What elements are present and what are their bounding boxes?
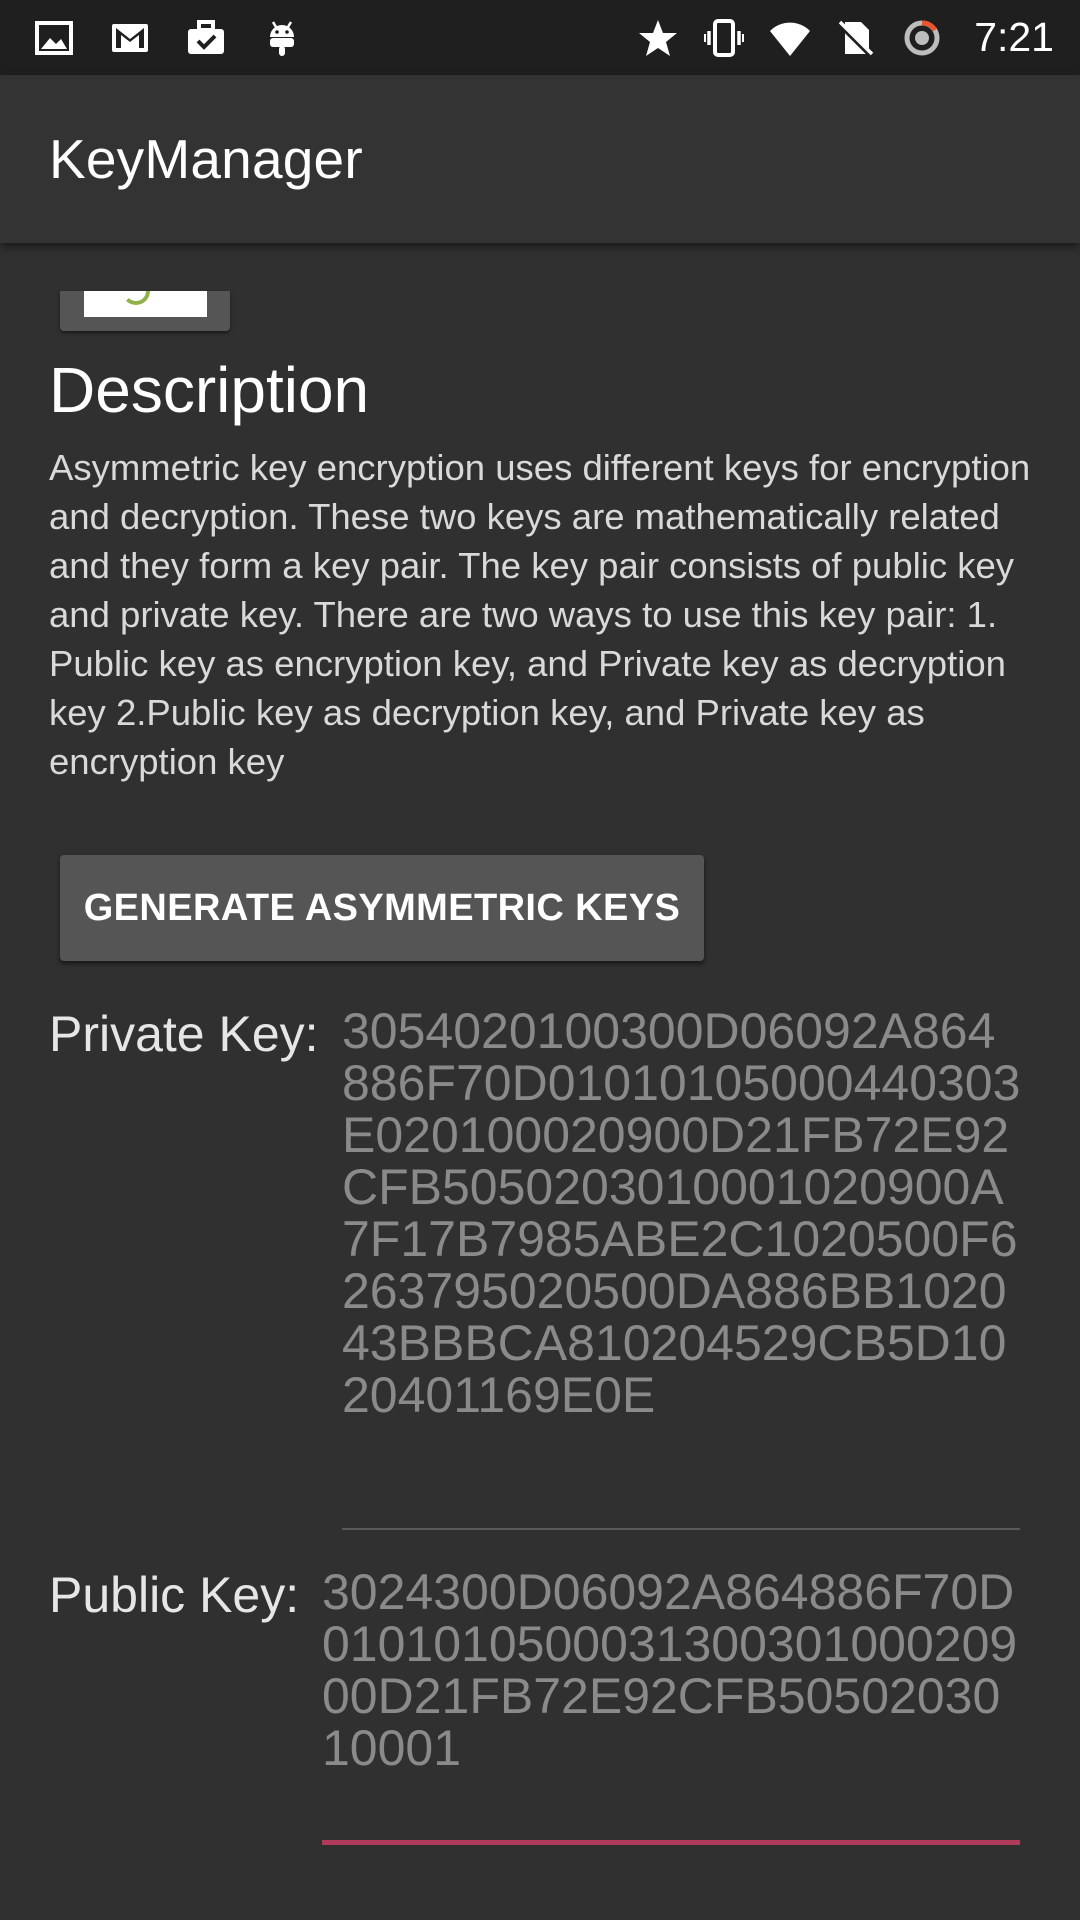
- private-key-label: Private Key:: [49, 1006, 319, 1062]
- app-title: KeyManager: [49, 128, 363, 190]
- vibrate-icon: [704, 18, 745, 58]
- key-image-button[interactable]: [60, 291, 230, 331]
- clock: 7:21: [974, 14, 1054, 60]
- public-key-label: Public Key:: [49, 1567, 300, 1623]
- wifi-icon: [770, 18, 811, 58]
- status-bar: 7:21: [0, 0, 1080, 75]
- notification-icons: [34, 0, 302, 75]
- public-key-field[interactable]: 3024300D06092A864886F70D0101010500031300…: [322, 1566, 1022, 1774]
- star-icon: [638, 18, 678, 58]
- gallery-icon: [34, 18, 74, 58]
- public-key-underline-focused: [322, 1840, 1020, 1845]
- system-status-icons: 7:21: [638, 0, 1054, 75]
- briefcase-check-icon: [186, 18, 226, 58]
- main-content[interactable]: Description Asymmetric key encryption us…: [0, 243, 1080, 1920]
- section-title: Description: [49, 354, 370, 426]
- gmail-icon: [110, 18, 150, 58]
- private-key-underline: [342, 1528, 1020, 1530]
- generate-asymmetric-keys-button[interactable]: GENERATE ASYMMETRIC KEYS: [60, 855, 704, 961]
- description-text: Asymmetric key encryption uses different…: [49, 447, 1031, 782]
- key-image: [84, 291, 207, 317]
- no-sim-icon: [836, 18, 876, 58]
- app-bar: KeyManager: [0, 75, 1080, 243]
- sync-ring-icon: [902, 18, 942, 58]
- android-icon: [262, 18, 302, 58]
- private-key-field[interactable]: 3054020100300D06092A864886F70D0101010500…: [342, 1005, 1022, 1421]
